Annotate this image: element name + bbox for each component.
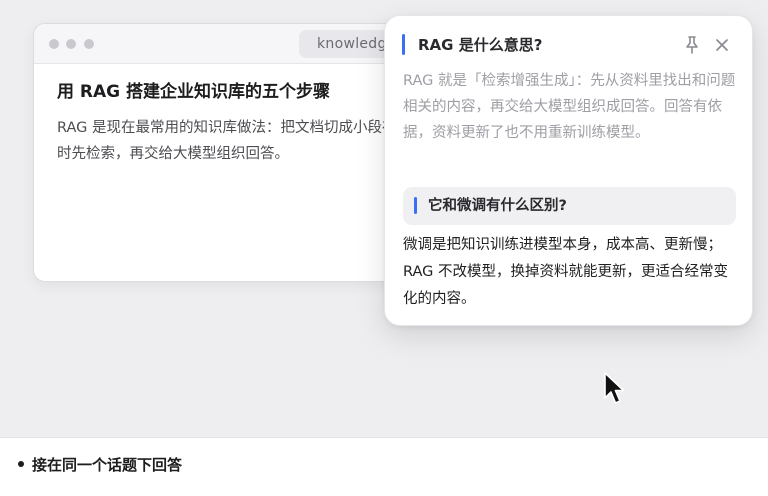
popup-question-title: RAG 是什么意思? <box>418 36 543 54</box>
bullet-icon <box>18 460 24 467</box>
popup-header: RAG 是什么意思? <box>402 33 735 57</box>
window-maximize-dot[interactable] <box>84 39 94 49</box>
caption-text: 接在同一个话题下回答 <box>32 456 183 474</box>
follow-up-answer: 微调是把知识训练进模型本身，成本高、更新慢；RAG 不改模型，换掉资料就能更新，… <box>403 237 728 307</box>
previous-answer: RAG 就是「检索增强生成」：先从资料里找出和问题相关的内容，再交给大模型组织成… <box>403 73 736 141</box>
follow-up-accent-bar <box>414 197 417 214</box>
ai-answer-popup: RAG 是什么意思? RAG 就是「检索增强生成」：先从资料里找出和问题相关的内… <box>384 15 753 326</box>
follow-up-question: 它和微调有什么区别? <box>403 187 736 225</box>
caption: 接在同一个话题下回答 <box>18 453 182 477</box>
mouse-pointer-icon <box>604 372 625 404</box>
accent-bar <box>402 34 405 55</box>
close-icon[interactable] <box>713 36 731 54</box>
window-close-dot[interactable] <box>49 39 59 49</box>
pin-icon[interactable] <box>683 35 701 55</box>
follow-up-question-text: 它和微调有什么区别? <box>428 198 567 214</box>
window-minimize-dot[interactable] <box>66 39 76 49</box>
desktop-stage: knowledge 用 RAG 搭建企业知识库的五个步骤 RAG 是现在最常用的… <box>0 0 768 438</box>
